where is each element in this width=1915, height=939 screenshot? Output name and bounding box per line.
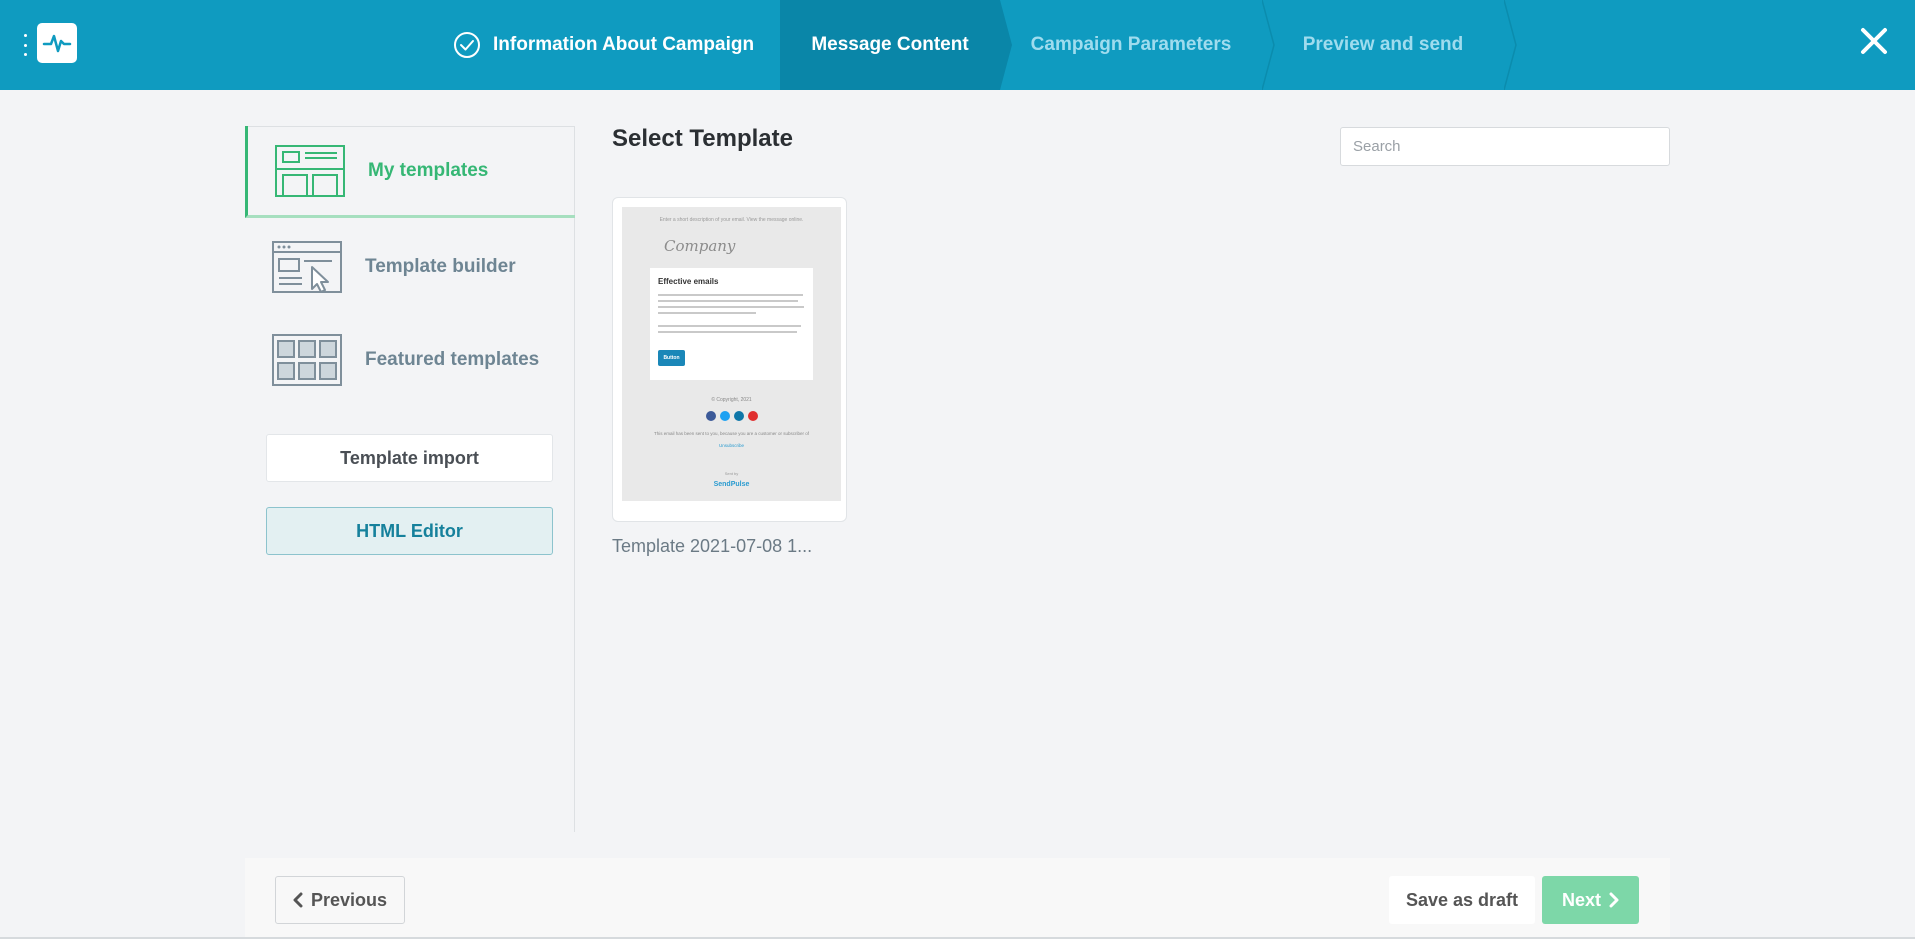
template-preview: Enter a short description of your email.… xyxy=(622,207,841,501)
preview-copyright: © Copyright, 2021 xyxy=(711,397,752,403)
preview-sent-by: Sent by xyxy=(724,471,739,476)
preview-text-line xyxy=(658,331,797,333)
sidebar-item-template-builder[interactable]: Template builder xyxy=(245,221,575,313)
html-editor-button[interactable]: HTML Editor xyxy=(266,507,553,555)
step-label: Message Content xyxy=(811,34,969,55)
step-label: Campaign Parameters xyxy=(1030,34,1232,55)
sidebar-item-my-templates[interactable]: My templates xyxy=(245,126,575,218)
preview-company-logo: Company xyxy=(664,237,736,255)
save-as-draft-button[interactable]: Save as draft xyxy=(1389,876,1535,924)
check-circle-icon xyxy=(454,32,480,58)
step-message-content[interactable]: Message Content xyxy=(780,0,1012,90)
search-input[interactable] xyxy=(1340,127,1670,166)
previous-button-label: Previous xyxy=(310,889,388,910)
preview-text-line xyxy=(658,325,801,327)
preview-text-line xyxy=(658,294,803,296)
close-icon[interactable] xyxy=(1857,24,1891,58)
preview-text-line xyxy=(658,306,804,308)
step-label: Information About Campaign xyxy=(493,34,755,55)
chevron-left-icon xyxy=(293,892,303,908)
preview-text-line xyxy=(658,300,798,302)
preview-brand: SendPulse xyxy=(713,481,750,488)
step-information-about-campaign[interactable]: Information About Campaign xyxy=(415,0,793,90)
my-templates-icon xyxy=(275,144,345,197)
sidebar-item-label: Template builder xyxy=(365,256,516,277)
preview-content-box: Effective emails Button xyxy=(650,268,813,380)
template-sidebar: My templates Template builder Featured t… xyxy=(245,126,575,832)
template-name[interactable]: Template 2021-07-08 1... xyxy=(612,536,812,557)
facebook-icon xyxy=(706,411,716,421)
twitter-icon xyxy=(720,411,730,421)
youtube-icon xyxy=(748,411,758,421)
preview-heading: Effective emails xyxy=(658,277,719,286)
linkedin-icon xyxy=(734,411,744,421)
sidebar-item-label: Featured templates xyxy=(365,349,540,370)
template-import-button[interactable]: Template import xyxy=(266,434,553,482)
step-label: Preview and send xyxy=(1302,34,1464,55)
sidebar-item-featured-templates[interactable]: Featured templates xyxy=(245,314,575,406)
template-card[interactable]: Enter a short description of your email.… xyxy=(612,197,847,522)
step-preview-and-send[interactable]: Preview and send xyxy=(1262,0,1517,90)
featured-templates-icon xyxy=(272,334,342,386)
previous-button[interactable]: Previous xyxy=(275,876,405,924)
preview-social-icons xyxy=(706,411,758,421)
chevron-right-icon xyxy=(1609,892,1619,908)
preview-unsubscribe: Unsubscribe xyxy=(718,443,744,448)
app-logo[interactable] xyxy=(37,23,77,63)
next-button-label: Next xyxy=(1561,889,1601,910)
footer-bar: Previous Save as draft Next xyxy=(245,858,1670,939)
next-button[interactable]: Next xyxy=(1542,876,1639,924)
preview-top-text: Enter a short description of your email.… xyxy=(659,217,804,223)
preview-button: Button xyxy=(658,350,685,366)
page-title: Select Template xyxy=(612,125,793,152)
preview-note: This email has been sent to you, because… xyxy=(653,431,810,436)
preview-text-line xyxy=(658,312,756,314)
pulse-icon xyxy=(42,34,72,53)
menu-dots-icon[interactable] xyxy=(20,34,30,56)
sidebar-item-label: My templates xyxy=(368,159,489,181)
top-bar: Information About Campaign Message Conte… xyxy=(0,0,1915,90)
step-campaign-parameters[interactable]: Campaign Parameters xyxy=(1000,0,1275,90)
step-separator-icon xyxy=(1504,0,1517,90)
template-builder-icon xyxy=(272,241,342,293)
